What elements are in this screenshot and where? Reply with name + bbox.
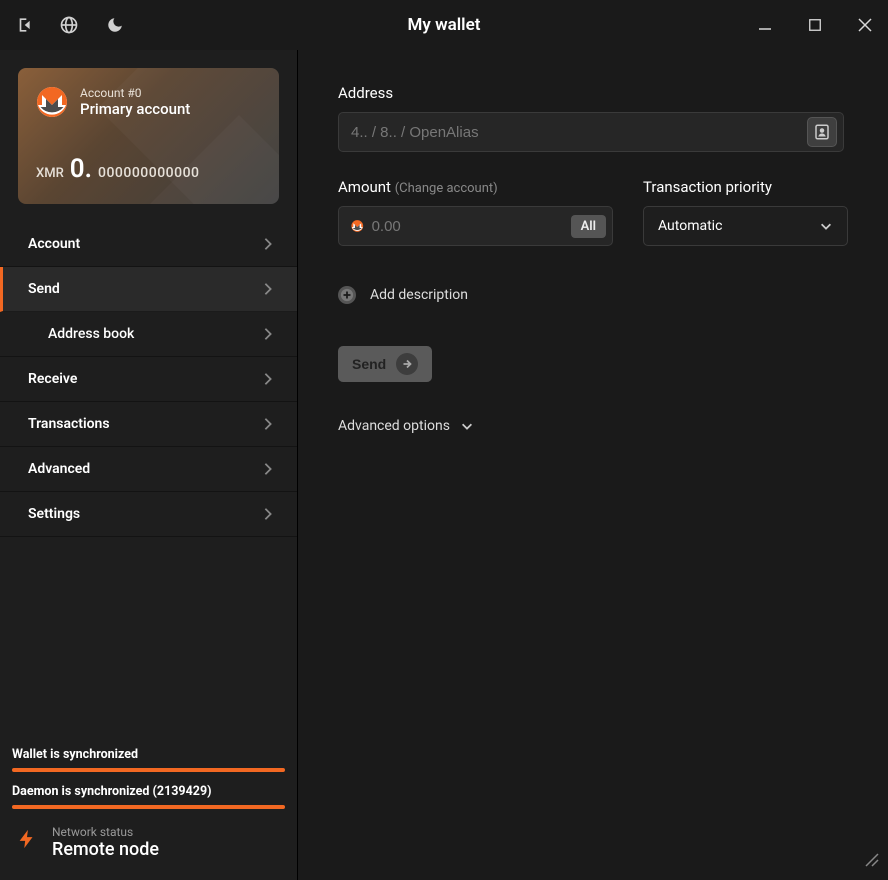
sidebar-item-receive[interactable]: Receive	[0, 357, 297, 402]
chevron-right-icon	[261, 417, 275, 431]
advanced-options-toggle[interactable]: Advanced options	[338, 418, 848, 434]
amount-input[interactable]	[372, 218, 571, 235]
chevron-down-icon	[460, 419, 474, 433]
sidebar-item-label: Address book	[48, 326, 134, 342]
chevron-right-icon	[261, 507, 275, 521]
chevron-right-icon	[261, 462, 275, 476]
sidebar-item-label: Advanced	[28, 461, 90, 477]
priority-value: Automatic	[658, 218, 722, 234]
contact-icon	[813, 123, 831, 141]
wallet-sync-label: Wallet is synchronized	[12, 747, 285, 762]
chevron-right-icon	[261, 237, 275, 251]
change-account-link[interactable]: (Change account)	[395, 181, 498, 196]
sidebar: Account #0 Primary account XMR 0. 000000…	[0, 50, 298, 880]
account-name: Primary account	[80, 100, 190, 118]
balance-currency: XMR	[36, 166, 64, 181]
monero-icon	[351, 214, 364, 238]
advanced-options-label: Advanced options	[338, 418, 450, 434]
titlebar: My wallet	[0, 0, 888, 50]
address-input[interactable]	[351, 124, 807, 141]
add-description-label: Add description	[370, 287, 468, 303]
sidebar-item-label: Send	[28, 281, 60, 297]
chevron-right-icon	[261, 327, 275, 341]
amount-all-button[interactable]: All	[571, 215, 606, 238]
sidebar-item-settings[interactable]: Settings	[0, 492, 297, 537]
balance: XMR 0. 000000000000	[36, 154, 200, 184]
globe-icon[interactable]	[58, 14, 80, 36]
network-status-value: Remote node	[52, 839, 159, 860]
send-button[interactable]: Send	[338, 346, 432, 382]
chevron-down-icon	[819, 219, 833, 233]
priority-select[interactable]: Automatic	[643, 206, 848, 246]
account-card[interactable]: Account #0 Primary account XMR 0. 000000…	[18, 68, 279, 204]
daemon-sync-status: Daemon is synchronized (2139429)	[0, 776, 297, 813]
sidebar-item-transactions[interactable]: Transactions	[0, 402, 297, 447]
sidebar-item-address-book[interactable]: Address book	[0, 312, 297, 357]
wallet-sync-status: Wallet is synchronized	[0, 739, 297, 776]
resize-handle-icon[interactable]	[864, 852, 880, 872]
sidebar-item-advanced[interactable]: Advanced	[0, 447, 297, 492]
priority-label: Transaction priority	[643, 178, 848, 196]
maximize-button[interactable]	[804, 14, 826, 36]
daemon-sync-label: Daemon is synchronized (2139429)	[12, 784, 285, 799]
daemon-sync-bar	[12, 805, 285, 809]
chevron-right-icon	[261, 372, 275, 386]
moon-icon[interactable]	[104, 14, 126, 36]
network-status-label: Network status	[52, 825, 159, 839]
sidebar-item-account[interactable]: Account	[0, 222, 297, 267]
network-status[interactable]: Network status Remote node	[0, 813, 297, 880]
arrow-right-icon	[396, 353, 418, 375]
close-button[interactable]	[854, 14, 876, 36]
address-label: Address	[338, 84, 848, 102]
logout-icon[interactable]	[12, 14, 34, 36]
amount-label-text: Amount	[338, 178, 391, 196]
bolt-icon	[16, 825, 38, 860]
balance-integer: 0.	[70, 154, 92, 184]
amount-input-group: All	[338, 206, 613, 246]
sidebar-item-label: Transactions	[28, 416, 110, 432]
send-panel: Address Amount (Change account)	[298, 50, 888, 880]
minimize-button[interactable]	[754, 14, 776, 36]
plus-icon	[338, 286, 356, 304]
sidebar-item-label: Receive	[28, 371, 77, 387]
sidebar-item-label: Settings	[28, 506, 80, 522]
amount-label: Amount (Change account)	[338, 178, 613, 196]
sidebar-item-send[interactable]: Send	[0, 267, 297, 312]
address-book-button[interactable]	[807, 117, 837, 147]
sidebar-item-label: Account	[28, 236, 80, 252]
wallet-sync-bar	[12, 768, 285, 772]
add-description-button[interactable]: Add description	[338, 286, 848, 304]
send-button-label: Send	[352, 356, 386, 372]
chevron-right-icon	[261, 282, 275, 296]
monero-logo-icon	[36, 86, 68, 118]
account-number-label: Account #0	[80, 86, 190, 100]
address-input-group	[338, 112, 844, 152]
balance-fraction: 000000000000	[98, 165, 199, 181]
